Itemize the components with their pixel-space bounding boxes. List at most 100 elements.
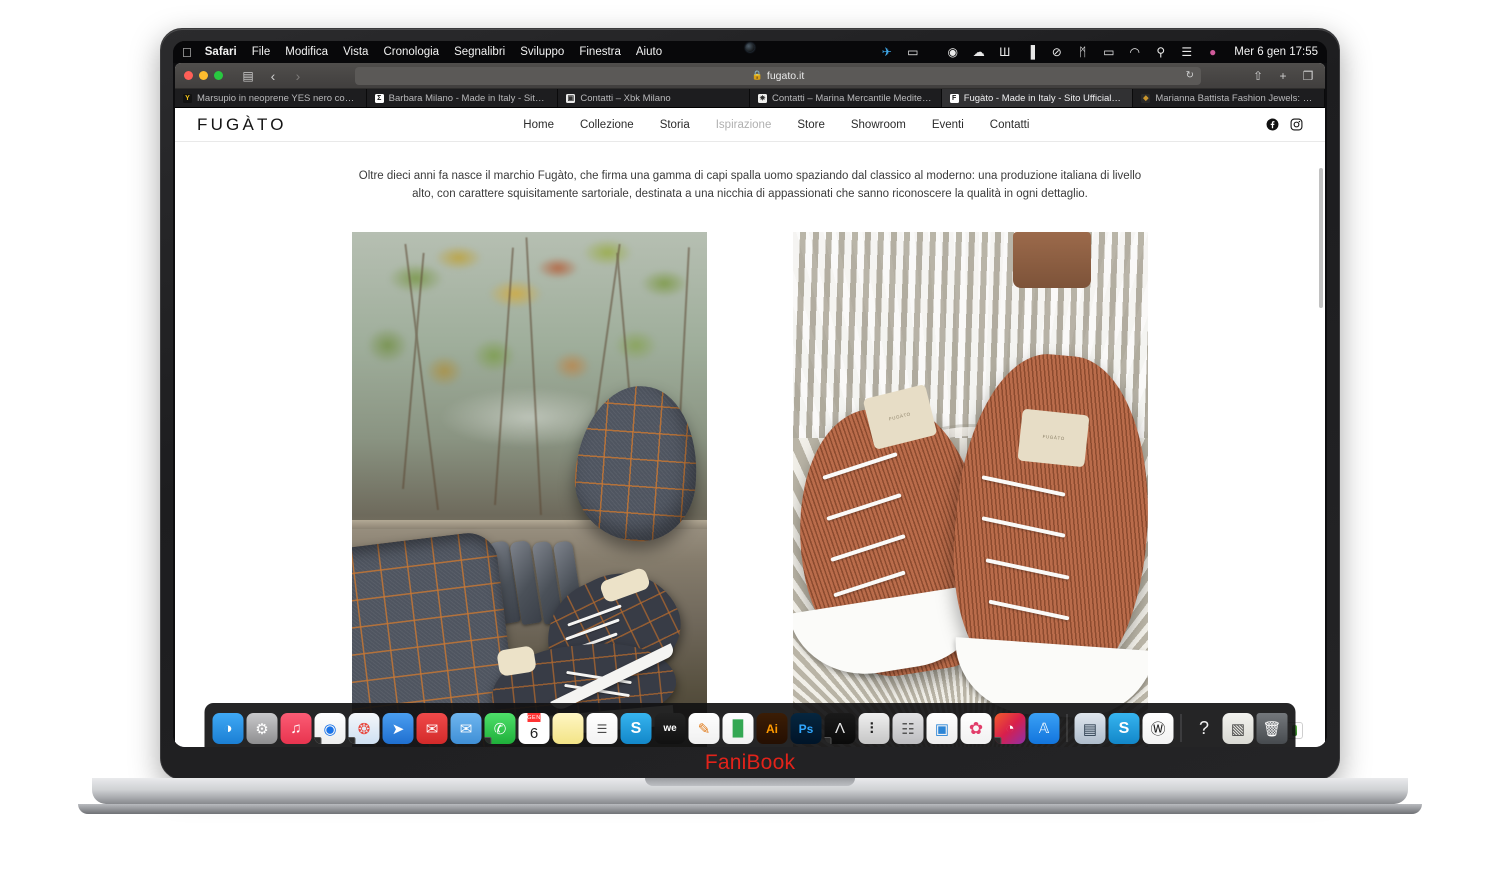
skype-icon: S <box>630 719 642 737</box>
spotlight-search-icon[interactable]: ⚲ <box>1153 45 1168 59</box>
dock-item-help[interactable]: ? <box>1189 713 1220 744</box>
dock-item-google-chrome[interactable]: ◉ <box>314 713 346 744</box>
menu-item-file[interactable]: File <box>252 46 271 58</box>
back-button[interactable]: ‹ <box>265 68 281 84</box>
dock-item-adobe-illustrator[interactable]: Ai <box>756 713 788 744</box>
facebook-icon[interactable] <box>1266 118 1279 131</box>
dock-item-airmail[interactable]: ✉ <box>450 713 482 744</box>
menu-item-finestra[interactable]: Finestra <box>579 46 621 58</box>
menu-item-sviluppo[interactable]: Sviluppo <box>520 46 564 58</box>
dock-item-calendar[interactable]: GEN 6 <box>518 713 550 744</box>
dock-item-screenshots-folder[interactable]: ▤ <box>1074 713 1106 744</box>
paper-plane-icon: ➤ <box>391 720 405 738</box>
flux-eye-icon[interactable]: ◉ <box>945 45 960 59</box>
page-scrollbar[interactable] <box>1319 168 1323 308</box>
dock-item-imovie[interactable]: ⠇ <box>858 713 890 744</box>
dock-item-reminders[interactable]: ☰ <box>586 713 618 744</box>
dock-divider <box>1066 714 1068 742</box>
browser-tab-2[interactable]: ▣ Contatti – Xbk Milano <box>558 89 751 107</box>
menu-item-vista[interactable]: Vista <box>343 46 368 58</box>
clapperboard-icon: ⠇ <box>868 720 880 738</box>
nav-link-collezione[interactable]: Collezione <box>580 119 634 131</box>
dock-item-launchpad[interactable]: ☷ <box>892 713 924 744</box>
pencil-icon: ✎ <box>697 720 711 738</box>
dock-item-wordpress[interactable]: Ⓦ <box>1142 713 1174 744</box>
battery-icon[interactable]: ▭ <box>1101 45 1116 59</box>
dock-item-stickies[interactable] <box>552 713 584 744</box>
list-icon: ☰ <box>596 721 608 736</box>
sidebar-icon[interactable]: ▤ <box>240 68 256 84</box>
nav-link-ispirazione[interactable]: Ispirazione <box>716 119 772 131</box>
menu-item-aiuto[interactable]: Aiuto <box>636 46 662 58</box>
image-gallery: Giacca in lana check grigio-arancio, gua… <box>175 231 1325 747</box>
nav-link-eventi[interactable]: Eventi <box>932 119 964 131</box>
menubar-clock[interactable]: Mer 6 gen 17:55 <box>1234 46 1318 58</box>
audio-mixer-icon[interactable]: ▐ <box>1023 45 1038 59</box>
close-window-button[interactable] <box>184 71 193 80</box>
dock-item-mail[interactable]: ✉ <box>416 713 448 744</box>
nav-link-contatti[interactable]: Contatti <box>990 119 1030 131</box>
acrobat-icon: Λ <box>834 720 846 737</box>
menu-item-segnalibri[interactable]: Segnalibri <box>454 46 505 58</box>
maximize-window-button[interactable] <box>214 71 223 80</box>
dock-item-whatsapp[interactable]: ✆ <box>484 713 516 744</box>
bartender-icon[interactable]: Ш <box>997 45 1012 59</box>
site-header: FUGÀTO Home Collezione Storia Ispirazion… <box>175 108 1325 142</box>
dock-item-skype-business[interactable]: S <box>1108 713 1140 744</box>
dock-item-downloads-stack[interactable]: ▧ <box>1222 713 1254 744</box>
nav-link-store[interactable]: Store <box>797 119 825 131</box>
browser-tab-1[interactable]: Σ Barbara Milano - Made in Italy - Sito … <box>367 89 559 107</box>
minimize-window-button[interactable] <box>199 71 208 80</box>
new-tab-icon[interactable]: + <box>1275 68 1291 84</box>
dock-item-spark-mail[interactable]: ➤ <box>382 713 414 744</box>
nav-link-showroom[interactable]: Showroom <box>851 119 906 131</box>
menu-item-cronologia[interactable]: Cronologia <box>383 46 439 58</box>
safari-toolbar-actions: ⇧ + ❐ <box>1250 68 1316 84</box>
dock-item-adobe-photoshop[interactable]: Ps <box>790 713 822 744</box>
dock-item-wetransfer[interactable]: we <box>654 713 686 744</box>
dock-item-app-store[interactable]: 𝔸 <box>1028 713 1060 744</box>
photo-corduroy-sneakers[interactable]: FUGÀTO FUGÀTO <box>793 231 1148 747</box>
browser-tab-5[interactable]: ◆ Marianna Battista Fashion Jewels: Gioi… <box>1133 89 1325 107</box>
dock-item-photos[interactable]: ✿ <box>960 713 992 744</box>
user-avatar-icon[interactable]: ● <box>1205 45 1220 59</box>
bluetooth-icon[interactable]: ᛗ <box>1075 45 1090 59</box>
tab-overview-icon[interactable]: ❐ <box>1300 68 1316 84</box>
webcam-icon <box>745 43 755 52</box>
browser-tab-4-active[interactable]: F Fugàto - Made in Italy - Sito Ufficial… <box>941 89 1134 107</box>
menu-item-modifica[interactable]: Modifica <box>285 46 328 58</box>
tweetbot-icon[interactable]: ✈ <box>879 45 894 59</box>
photo-tweed-flatlay[interactable]: Giacca in lana check grigio-arancio, gua… <box>352 231 707 747</box>
bar-chart-icon: █ <box>732 720 744 737</box>
tab-title: Marsupio in neoprene YES nero con logo f… <box>197 92 358 104</box>
nav-link-storia[interactable]: Storia <box>660 119 690 131</box>
dock-item-adobe-acrobat[interactable]: Λ <box>824 713 856 744</box>
menu-item-safari[interactable]: Safari <box>205 46 237 58</box>
safari-tab-bar: Y Marsupio in neoprene YES nero con logo… <box>175 89 1325 108</box>
reload-icon[interactable]: ↻ <box>1186 70 1194 81</box>
apple-menu-icon[interactable]:  <box>182 46 192 59</box>
dock-item-trash[interactable]: 🗑 <box>1256 713 1288 744</box>
dock-item-finder[interactable]: ◑ <box>212 713 244 744</box>
dock-item-music[interactable]: ♫ <box>280 713 312 744</box>
do-not-disturb-icon[interactable]: ⊘ <box>1049 45 1064 59</box>
dock-item-adobe-creative-cloud[interactable]: ◔ <box>994 713 1026 744</box>
forward-button[interactable]: › <box>290 68 306 84</box>
dock-item-numbers[interactable]: █ <box>722 713 754 744</box>
dock-item-safari[interactable]: ❂ <box>348 713 380 744</box>
display-mirror-icon[interactable]: ▭ <box>905 45 920 59</box>
dock-item-system-preferences[interactable]: ⚙ <box>246 713 278 744</box>
dock-item-pages[interactable]: ✎ <box>688 713 720 744</box>
nav-link-home[interactable]: Home <box>523 119 554 131</box>
dock-item-keynote[interactable]: ▣ <box>926 713 958 744</box>
cloud-icon[interactable]: ☁ <box>971 45 986 59</box>
site-logo[interactable]: FUGÀTO <box>197 115 287 135</box>
control-center-icon[interactable]: ☰ <box>1179 45 1194 59</box>
browser-tab-0[interactable]: Y Marsupio in neoprene YES nero con logo… <box>175 89 367 107</box>
share-icon[interactable]: ⇧ <box>1250 68 1266 84</box>
browser-tab-3[interactable]: ⎈ Contatti – Marina Mercantile Mediterra… <box>750 89 942 107</box>
dock-item-skype[interactable]: S <box>620 713 652 744</box>
wifi-icon[interactable]: ◠ <box>1127 45 1142 59</box>
address-bar[interactable]: 🔒 fugato.it ↻ <box>355 66 1201 85</box>
instagram-icon[interactable] <box>1290 118 1303 131</box>
